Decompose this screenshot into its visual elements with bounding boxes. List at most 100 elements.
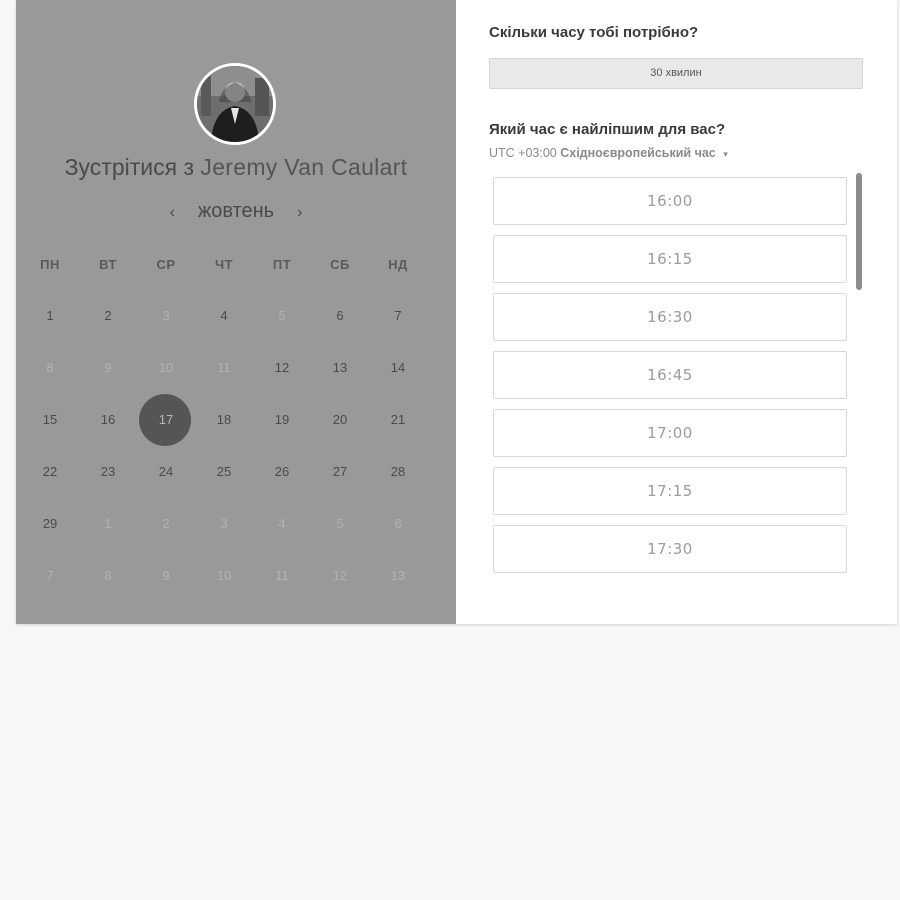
prev-month-button[interactable]: ‹: [160, 204, 184, 222]
time-slot[interactable]: 17:15: [493, 467, 847, 515]
calendar-day[interactable]: 16: [79, 394, 137, 446]
calendar-day-number: 22: [42, 464, 58, 479]
calendar-day-number: 25: [216, 464, 232, 479]
time-slot[interactable]: 16:45: [493, 351, 847, 399]
calendar-day[interactable]: 6: [311, 290, 369, 342]
calendar-day-selected[interactable]: 17: [137, 394, 195, 446]
calendar-day-number: 17: [158, 412, 174, 427]
calendar-day[interactable]: 13: [311, 342, 369, 394]
calendar-day: 5: [311, 498, 369, 550]
calendar-day[interactable]: 19: [253, 394, 311, 446]
calendar-day-number: 21: [390, 412, 406, 427]
calendar-day-number: 7: [46, 568, 54, 583]
calendar-day[interactable]: 15: [21, 394, 79, 446]
duration-question: Скільки часу тобі потрібно?: [489, 24, 699, 41]
calendar-day: 8: [21, 342, 79, 394]
calendar-day[interactable]: 29: [21, 498, 79, 550]
calendar-day-number: 28: [390, 464, 406, 479]
calendar-day-number: 15: [42, 412, 58, 427]
calendar-week: 1 2 3 4 5 6 7: [16, 290, 456, 342]
calendar-day-number: 27: [332, 464, 348, 479]
time-slot[interactable]: 16:30: [493, 293, 847, 341]
calendar-day[interactable]: 12: [253, 342, 311, 394]
calendar-day-number: 6: [394, 516, 402, 531]
host-name: Jeremy Van Caulart: [200, 154, 408, 180]
calendar-day-number: 13: [332, 360, 348, 375]
calendar-day: 5: [253, 290, 311, 342]
calendar-day: 4: [253, 498, 311, 550]
timezone-selector[interactable]: UTC +03:00 Східноєвропейський час ▾: [489, 146, 728, 160]
calendar-day-number: 2: [104, 308, 112, 323]
meeting-title: Зустрітися з Jeremy Van Caulart: [16, 154, 456, 181]
calendar-day: 7: [21, 550, 79, 602]
time-slot[interactable]: 16:15: [493, 235, 847, 283]
calendar-day-number: 6: [336, 308, 344, 323]
weekday-sat: СБ: [330, 257, 350, 272]
calendar-day: 9: [137, 550, 195, 602]
calendar-day-number: 5: [336, 516, 344, 531]
calendar-week: 8 9 10 11 12 13 14: [16, 342, 456, 394]
time-slot-scrollbar[interactable]: [856, 173, 862, 290]
calendar-day[interactable]: 26: [253, 446, 311, 498]
calendar-day-number: 3: [162, 308, 170, 323]
duration-select[interactable]: 30 хвилин: [489, 58, 863, 89]
calendar-day: 13: [369, 550, 427, 602]
calendar-day[interactable]: 2: [79, 290, 137, 342]
calendar-day[interactable]: 20: [311, 394, 369, 446]
calendar-day: 9: [79, 342, 137, 394]
calendar-day: 11: [253, 550, 311, 602]
host-avatar: [194, 63, 276, 145]
weekday-tue: ВТ: [99, 257, 117, 272]
next-month-button[interactable]: ›: [288, 204, 312, 222]
calendar-day-number: 10: [216, 568, 232, 583]
calendar-day[interactable]: 24: [137, 446, 195, 498]
calendar-day[interactable]: 28: [369, 446, 427, 498]
calendar-day[interactable]: 21: [369, 394, 427, 446]
calendar-day[interactable]: 4: [195, 290, 253, 342]
calendar-day: 3: [137, 290, 195, 342]
timezone-name: Східноєвропейський час: [560, 146, 716, 160]
calendar-day-number: 20: [332, 412, 348, 427]
calendar-day: 8: [79, 550, 137, 602]
calendar-day-number: 10: [158, 360, 174, 375]
caret-down-icon: ▾: [723, 149, 728, 159]
calendar-day-number: 4: [278, 516, 286, 531]
weekday-wed: СР: [156, 257, 176, 272]
time-slot[interactable]: 17:30: [493, 525, 847, 573]
time-question: Який час є найліпшим для вас?: [489, 121, 726, 138]
calendar-day-number: 4: [220, 308, 228, 323]
month-navigation: ‹ жовтень ›: [16, 200, 456, 223]
calendar-day-number: 26: [274, 464, 290, 479]
calendar-day-number: 5: [278, 308, 286, 323]
meeting-title-prefix: Зустрітися з: [64, 154, 194, 180]
calendar-day-number: 7: [394, 308, 402, 323]
calendar-day[interactable]: 22: [21, 446, 79, 498]
calendar-day-number: 9: [104, 360, 112, 375]
time-slot[interactable]: 17:00: [493, 409, 847, 457]
weekday-header: ПН ВТ СР ЧТ ПТ СБ НД: [16, 257, 456, 272]
calendar-day-number: 23: [100, 464, 116, 479]
calendar-day-number: 12: [332, 568, 348, 583]
calendar-day-number: 3: [220, 516, 228, 531]
time-slot[interactable]: 16:00: [493, 177, 847, 225]
time-panel: Скільки часу тобі потрібно? 30 хвилин Як…: [456, 0, 897, 624]
calendar-day[interactable]: 1: [21, 290, 79, 342]
calendar-day: 10: [195, 550, 253, 602]
weekday-mon: ПН: [40, 257, 60, 272]
calendar-day: 6: [369, 498, 427, 550]
calendar-day-number: 11: [275, 568, 289, 583]
calendar-week: 22 23 24 25 26 27 28: [16, 446, 456, 498]
calendar-day-number: 11: [217, 360, 231, 375]
calendar-day[interactable]: 27: [311, 446, 369, 498]
calendar-day: 2: [137, 498, 195, 550]
calendar-day-number: 2: [162, 516, 170, 531]
calendar-day[interactable]: 18: [195, 394, 253, 446]
calendar-day[interactable]: 25: [195, 446, 253, 498]
calendar-day-number: 12: [274, 360, 290, 375]
calendar-day[interactable]: 14: [369, 342, 427, 394]
calendar-day[interactable]: 23: [79, 446, 137, 498]
calendar-day-number: 19: [274, 412, 290, 427]
weekday-sun: НД: [388, 257, 408, 272]
booking-card: Зустрітися з Jeremy Van Caulart ‹ жовтен…: [16, 0, 897, 624]
calendar-day[interactable]: 7: [369, 290, 427, 342]
